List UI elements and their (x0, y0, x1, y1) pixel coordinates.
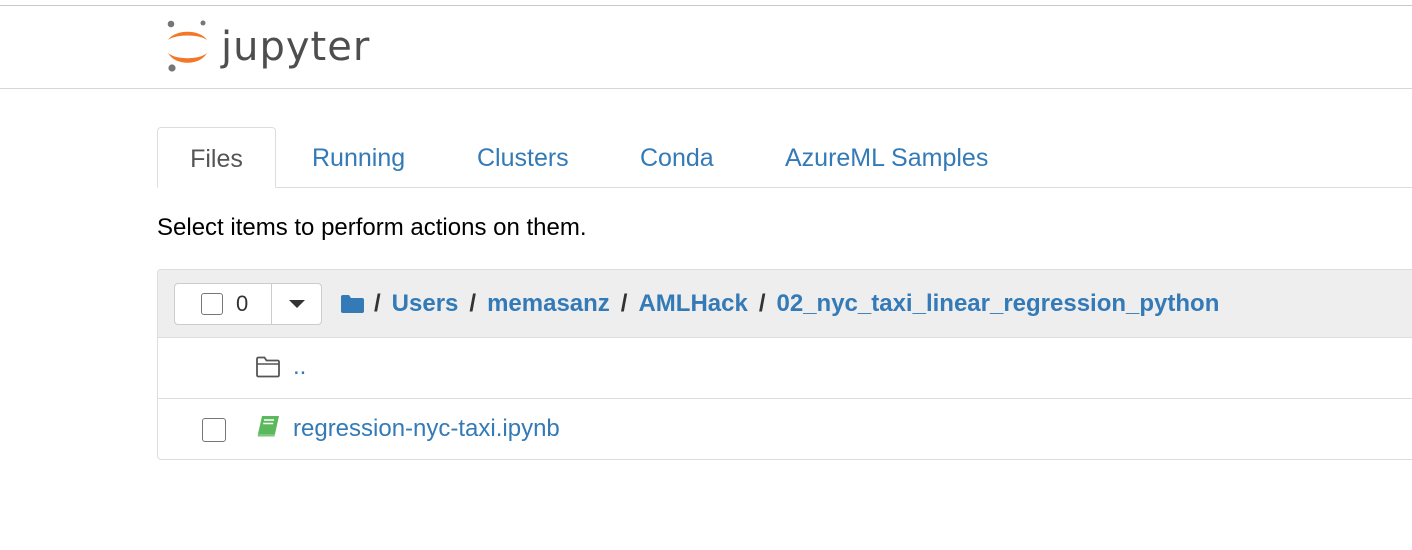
selected-count: 0 (236, 291, 249, 316)
tab-clusters[interactable]: Clusters (477, 127, 569, 187)
jupyter-logo-icon (167, 20, 207, 72)
select-all-button[interactable]: 0 (174, 283, 273, 325)
select-menu-dropdown[interactable] (272, 283, 322, 325)
caret-down-icon (288, 300, 305, 308)
file-list-panel: 0 / Users / memasanz / AMLHack / 02_nyc_… (157, 269, 1412, 460)
breadcrumb-item-amlhack[interactable]: AMLHack (638, 290, 747, 318)
breadcrumb-separator: / (469, 289, 477, 317)
logo-text: jupyter (221, 24, 371, 70)
tab-files[interactable]: Files (157, 127, 276, 188)
parent-folder-link[interactable]: .. (293, 353, 306, 381)
list-item-notebook[interactable]: regression-nyc-taxi.ipynb (158, 399, 1412, 459)
folder-open-icon (256, 356, 280, 378)
tab-running[interactable]: Running (312, 127, 405, 187)
instructions-text: Select items to perform actions on them. (157, 214, 587, 241)
folder-icon[interactable] (340, 294, 365, 314)
notebook-link[interactable]: regression-nyc-taxi.ipynb (293, 415, 560, 443)
header: jupyter (0, 6, 1412, 89)
breadcrumb-item-users[interactable]: Users (392, 290, 459, 318)
tab-bar: Files Running Clusters Conda AzureML Sam… (157, 127, 1412, 188)
select-all-checkbox[interactable] (201, 293, 223, 315)
tab-conda[interactable]: Conda (640, 127, 714, 187)
tab-azureml-samples[interactable]: AzureML Samples (785, 127, 988, 187)
row-checkbox[interactable] (202, 418, 226, 442)
breadcrumb: / Users / memasanz / AMLHack / 02_nyc_ta… (340, 270, 1230, 337)
breadcrumb-item-memasanz[interactable]: memasanz (487, 290, 610, 318)
select-all-group: 0 (174, 283, 322, 325)
list-item-parent-folder[interactable]: .. (158, 337, 1412, 399)
file-list-header: 0 / Users / memasanz / AMLHack / 02_nyc_… (158, 270, 1412, 338)
breadcrumb-separator: / (758, 289, 766, 317)
notebook-icon (257, 416, 279, 437)
breadcrumb-item-current-folder[interactable]: 02_nyc_taxi_linear_regression_python (777, 290, 1220, 318)
breadcrumb-separator: / (374, 289, 381, 317)
jupyter-logo[interactable]: jupyter (163, 18, 370, 76)
breadcrumb-separator: / (620, 289, 628, 317)
